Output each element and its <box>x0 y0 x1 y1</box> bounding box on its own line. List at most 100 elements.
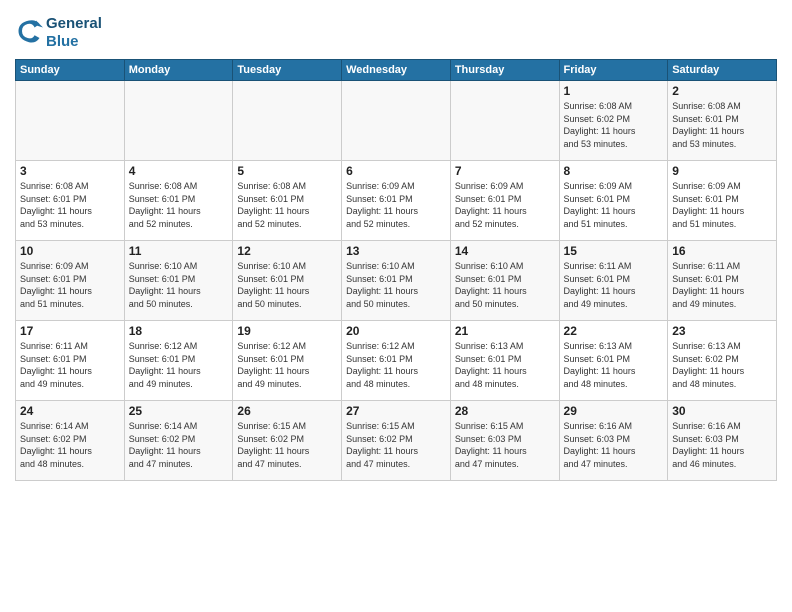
day-cell: 25 Sunrise: 6:14 AM Sunset: 6:02 PM Dayli… <box>124 401 233 481</box>
day-cell: 27Sunrise: 6:15 AM Sunset: 6:02 PM Dayli… <box>342 401 451 481</box>
day-cell: 16 Sunrise: 6:11 AM Sunset: 6:01 PM Dayli… <box>668 241 777 321</box>
day-cell: 13 Sunrise: 6:10 AM Sunset: 6:01 PM Dayli… <box>342 241 451 321</box>
day-number: 21 <box>455 324 555 338</box>
day-cell: 19 Sunrise: 6:12 AM Sunset: 6:01 PM Dayli… <box>233 321 342 401</box>
day-number: 10 <box>20 244 120 258</box>
day-cell: 28 Sunrise: 6:15 AM Sunset: 6:03 PM Dayli… <box>450 401 559 481</box>
day-cell: 12Sunrise: 6:10 AM Sunset: 6:01 PM Dayli… <box>233 241 342 321</box>
day-cell: 6 Sunrise: 6:09 AM Sunset: 6:01 PM Daylig… <box>342 161 451 241</box>
day-cell: 23 Sunrise: 6:13 AM Sunset: 6:02 PM Dayli… <box>668 321 777 401</box>
header-row: SundayMondayTuesdayWednesdayThursdayFrid… <box>16 60 777 81</box>
day-cell: 26 Sunrise: 6:15 AM Sunset: 6:02 PM Dayli… <box>233 401 342 481</box>
day-info: Sunrise: 6:13 AM Sunset: 6:01 PM Dayligh… <box>564 340 664 390</box>
day-info: Sunrise: 6:08 AM Sunset: 6:01 PM Dayligh… <box>672 100 772 150</box>
day-number: 25 <box>129 404 229 418</box>
header: General Blue <box>15 10 777 51</box>
day-cell: 29 Sunrise: 6:16 AM Sunset: 6:03 PM Dayli… <box>559 401 668 481</box>
day-info: Sunrise: 6:11 AM Sunset: 6:01 PM Dayligh… <box>672 260 772 310</box>
calendar-table: SundayMondayTuesdayWednesdayThursdayFrid… <box>15 59 777 481</box>
day-info: Sunrise: 6:13 AM Sunset: 6:01 PM Dayligh… <box>455 340 555 390</box>
day-header-saturday: Saturday <box>668 60 777 81</box>
week-row-4: 17Sunrise: 6:11 AM Sunset: 6:01 PM Dayli… <box>16 321 777 401</box>
week-row-1: 1 Sunrise: 6:08 AM Sunset: 6:02 PM Daylig… <box>16 81 777 161</box>
day-cell: 21 Sunrise: 6:13 AM Sunset: 6:01 PM Dayli… <box>450 321 559 401</box>
day-number: 20 <box>346 324 446 338</box>
day-info: Sunrise: 6:16 AM Sunset: 6:03 PM Dayligh… <box>564 420 664 470</box>
day-cell: 17Sunrise: 6:11 AM Sunset: 6:01 PM Dayli… <box>16 321 125 401</box>
day-info: Sunrise: 6:10 AM Sunset: 6:01 PM Dayligh… <box>346 260 446 310</box>
day-info: Sunrise: 6:09 AM Sunset: 6:01 PM Dayligh… <box>346 180 446 230</box>
day-number: 22 <box>564 324 664 338</box>
day-cell: 1 Sunrise: 6:08 AM Sunset: 6:02 PM Daylig… <box>559 81 668 161</box>
day-info: Sunrise: 6:11 AM Sunset: 6:01 PM Dayligh… <box>20 340 120 390</box>
day-info: Sunrise: 6:13 AM Sunset: 6:02 PM Dayligh… <box>672 340 772 390</box>
day-info: Sunrise: 6:10 AM Sunset: 6:01 PM Dayligh… <box>455 260 555 310</box>
day-cell: 18 Sunrise: 6:12 AM Sunset: 6:01 PM Dayli… <box>124 321 233 401</box>
week-row-3: 10 Sunrise: 6:09 AM Sunset: 6:01 PM Dayli… <box>16 241 777 321</box>
day-info: Sunrise: 6:09 AM Sunset: 6:01 PM Dayligh… <box>564 180 664 230</box>
day-info: Sunrise: 6:11 AM Sunset: 6:01 PM Dayligh… <box>564 260 664 310</box>
day-cell: 22 Sunrise: 6:13 AM Sunset: 6:01 PM Dayli… <box>559 321 668 401</box>
logo-icon <box>15 17 43 45</box>
day-number: 5 <box>237 164 337 178</box>
day-info: Sunrise: 6:15 AM Sunset: 6:02 PM Dayligh… <box>237 420 337 470</box>
day-header-thursday: Thursday <box>450 60 559 81</box>
day-info: Sunrise: 6:10 AM Sunset: 6:01 PM Dayligh… <box>237 260 337 310</box>
day-info: Sunrise: 6:08 AM Sunset: 6:01 PM Dayligh… <box>129 180 229 230</box>
logo: General Blue <box>15 15 102 51</box>
day-number: 19 <box>237 324 337 338</box>
day-cell: 11Sunrise: 6:10 AM Sunset: 6:01 PM Dayli… <box>124 241 233 321</box>
main-container: General Blue SundayMondayTuesdayWednesda… <box>0 0 792 486</box>
day-cell <box>450 81 559 161</box>
day-cell: 10 Sunrise: 6:09 AM Sunset: 6:01 PM Dayli… <box>16 241 125 321</box>
day-cell: 20Sunrise: 6:12 AM Sunset: 6:01 PM Dayli… <box>342 321 451 401</box>
day-info: Sunrise: 6:08 AM Sunset: 6:01 PM Dayligh… <box>237 180 337 230</box>
day-number: 26 <box>237 404 337 418</box>
day-cell: 9 Sunrise: 6:09 AM Sunset: 6:01 PM Daylig… <box>668 161 777 241</box>
day-info: Sunrise: 6:14 AM Sunset: 6:02 PM Dayligh… <box>129 420 229 470</box>
day-number: 18 <box>129 324 229 338</box>
day-info: Sunrise: 6:15 AM Sunset: 6:03 PM Dayligh… <box>455 420 555 470</box>
day-number: 9 <box>672 164 772 178</box>
day-header-friday: Friday <box>559 60 668 81</box>
day-cell: 14 Sunrise: 6:10 AM Sunset: 6:01 PM Dayli… <box>450 241 559 321</box>
day-number: 6 <box>346 164 446 178</box>
day-number: 1 <box>564 84 664 98</box>
day-cell: 7Sunrise: 6:09 AM Sunset: 6:01 PM Daylig… <box>450 161 559 241</box>
day-header-sunday: Sunday <box>16 60 125 81</box>
day-cell: 5 Sunrise: 6:08 AM Sunset: 6:01 PM Daylig… <box>233 161 342 241</box>
day-number: 7 <box>455 164 555 178</box>
week-row-5: 24Sunrise: 6:14 AM Sunset: 6:02 PM Dayli… <box>16 401 777 481</box>
day-header-wednesday: Wednesday <box>342 60 451 81</box>
logo-text: General Blue <box>46 15 102 51</box>
day-cell: 3 Sunrise: 6:08 AM Sunset: 6:01 PM Daylig… <box>16 161 125 241</box>
day-info: Sunrise: 6:08 AM Sunset: 6:02 PM Dayligh… <box>564 100 664 150</box>
day-number: 28 <box>455 404 555 418</box>
day-info: Sunrise: 6:12 AM Sunset: 6:01 PM Dayligh… <box>129 340 229 390</box>
day-number: 29 <box>564 404 664 418</box>
day-info: Sunrise: 6:16 AM Sunset: 6:03 PM Dayligh… <box>672 420 772 470</box>
day-number: 13 <box>346 244 446 258</box>
day-info: Sunrise: 6:12 AM Sunset: 6:01 PM Dayligh… <box>237 340 337 390</box>
day-header-tuesday: Tuesday <box>233 60 342 81</box>
day-info: Sunrise: 6:09 AM Sunset: 6:01 PM Dayligh… <box>672 180 772 230</box>
day-cell: 2 Sunrise: 6:08 AM Sunset: 6:01 PM Daylig… <box>668 81 777 161</box>
day-number: 14 <box>455 244 555 258</box>
day-cell <box>233 81 342 161</box>
day-cell <box>16 81 125 161</box>
day-info: Sunrise: 6:08 AM Sunset: 6:01 PM Dayligh… <box>20 180 120 230</box>
day-info: Sunrise: 6:09 AM Sunset: 6:01 PM Dayligh… <box>20 260 120 310</box>
day-number: 23 <box>672 324 772 338</box>
day-number: 16 <box>672 244 772 258</box>
day-number: 27 <box>346 404 446 418</box>
day-number: 3 <box>20 164 120 178</box>
day-number: 8 <box>564 164 664 178</box>
day-header-monday: Monday <box>124 60 233 81</box>
day-cell: 8 Sunrise: 6:09 AM Sunset: 6:01 PM Daylig… <box>559 161 668 241</box>
day-number: 2 <box>672 84 772 98</box>
day-cell: 15Sunrise: 6:11 AM Sunset: 6:01 PM Dayli… <box>559 241 668 321</box>
day-number: 4 <box>129 164 229 178</box>
week-row-2: 3 Sunrise: 6:08 AM Sunset: 6:01 PM Daylig… <box>16 161 777 241</box>
day-info: Sunrise: 6:14 AM Sunset: 6:02 PM Dayligh… <box>20 420 120 470</box>
day-number: 30 <box>672 404 772 418</box>
